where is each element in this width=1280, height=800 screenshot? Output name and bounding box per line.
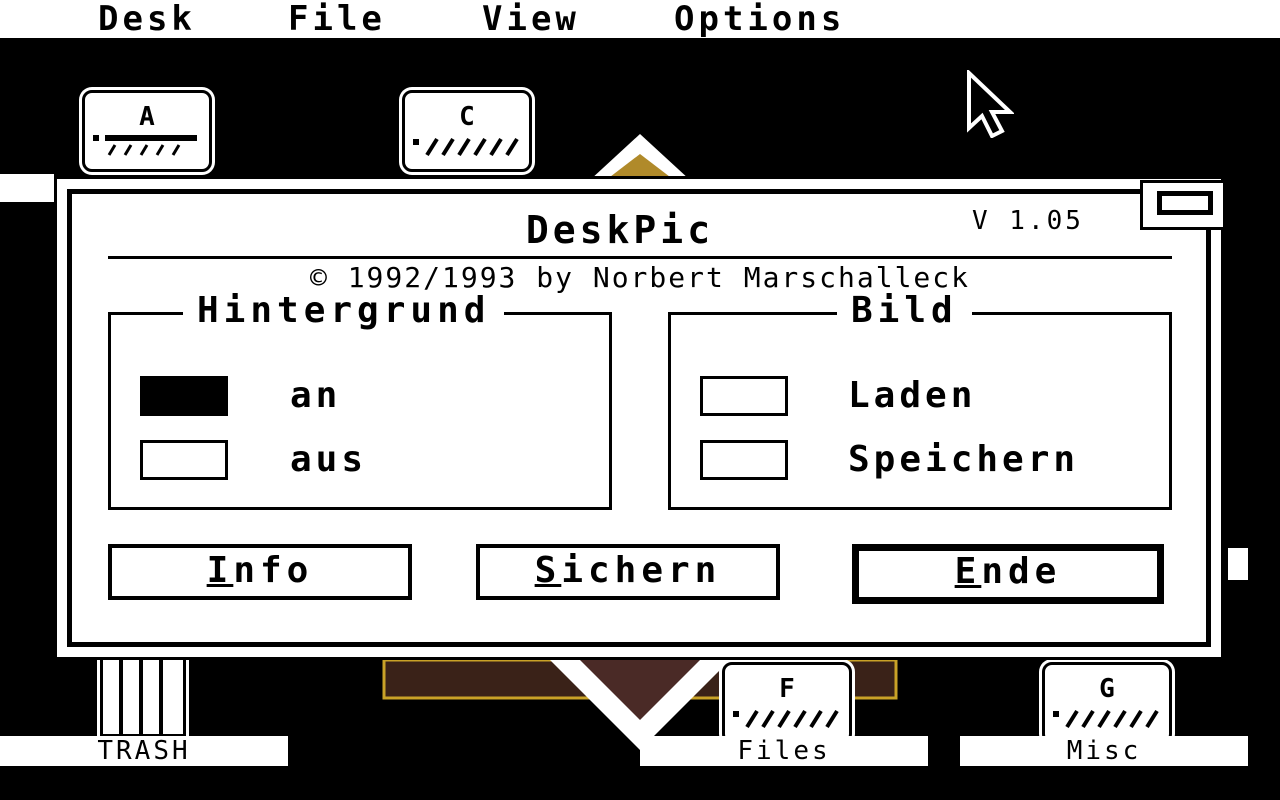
aus-label[interactable]: aus xyxy=(290,440,367,480)
speichern-label[interactable]: Speichern xyxy=(848,440,1079,480)
drive-letter: A xyxy=(139,102,155,132)
misc-label[interactable]: Misc xyxy=(960,736,1248,766)
an-checkbox[interactable] xyxy=(140,376,228,416)
window-fragment xyxy=(0,174,54,202)
drive-f-icon[interactable]: F xyxy=(722,662,852,744)
laden-label[interactable]: Laden xyxy=(848,376,976,416)
laden-checkbox[interactable] xyxy=(700,376,788,416)
trash-icon[interactable] xyxy=(100,660,186,737)
drive-letter: G xyxy=(1099,674,1115,704)
version-label: V 1.05 xyxy=(972,206,1084,236)
ende-label: nde xyxy=(981,551,1062,592)
an-label[interactable]: an xyxy=(290,376,341,416)
bild-title: Bild xyxy=(837,291,972,331)
close-box-icon[interactable] xyxy=(1140,180,1226,230)
drive-c-icon[interactable]: C xyxy=(402,90,532,172)
window-fragment xyxy=(1228,548,1248,580)
aus-checkbox[interactable] xyxy=(140,440,228,480)
speichern-checkbox[interactable] xyxy=(700,440,788,480)
sichern-button[interactable]: Sichern xyxy=(476,544,780,600)
dialog-title: DeskPic xyxy=(525,208,715,252)
mouse-pointer-icon xyxy=(967,70,1014,138)
info-label: nfo xyxy=(233,550,314,591)
info-accel: I xyxy=(206,550,234,591)
info-button[interactable]: Info xyxy=(108,544,412,600)
sichern-label: ichern xyxy=(561,550,722,591)
ende-accel: E xyxy=(954,551,982,592)
disk-drive-icon xyxy=(413,137,519,157)
drive-g-icon[interactable]: G xyxy=(1042,662,1172,744)
menu-view[interactable]: View xyxy=(482,0,580,38)
drive-letter: F xyxy=(779,674,795,704)
menu-bar: Desk File View Options xyxy=(0,0,1280,40)
files-label[interactable]: Files xyxy=(640,736,928,766)
drive-a-icon[interactable]: A xyxy=(82,90,212,172)
hintergrund-title: Hintergrund xyxy=(183,291,505,331)
ende-button[interactable]: Ende xyxy=(852,544,1164,604)
disk-drive-icon xyxy=(1053,709,1159,729)
menu-file[interactable]: File xyxy=(288,0,386,38)
disk-drive-icon xyxy=(93,135,197,156)
trash-label[interactable]: TRASH xyxy=(0,736,288,766)
sichern-accel: S xyxy=(534,550,562,591)
title-divider xyxy=(108,256,1172,259)
menu-desk[interactable]: Desk xyxy=(98,0,196,38)
menu-options[interactable]: Options xyxy=(674,0,845,38)
disk-drive-icon xyxy=(733,709,839,729)
drive-letter: C xyxy=(459,102,475,132)
